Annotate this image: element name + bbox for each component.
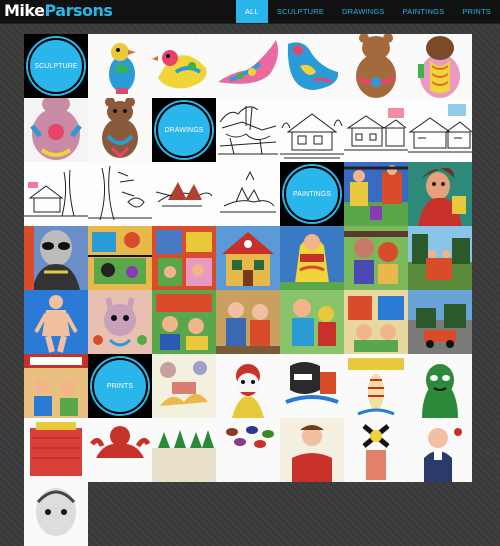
nav-all[interactable]: ALL <box>235 0 268 23</box>
artwork-thumbnail[interactable] <box>408 34 472 98</box>
artwork-thumbnail[interactable] <box>280 98 344 162</box>
artwork-thumbnail[interactable] <box>216 162 280 226</box>
artwork-thumbnail[interactable] <box>24 226 88 290</box>
artwork-thumbnail[interactable] <box>24 290 88 354</box>
category-tile-drawings[interactable]: DRAWINGS <box>152 98 216 162</box>
artwork-thumbnail[interactable] <box>24 418 88 482</box>
artwork-thumbnail[interactable] <box>152 418 216 482</box>
artwork-thumbnail[interactable] <box>344 226 408 290</box>
artwork-thumbnail[interactable] <box>344 290 408 354</box>
nav-prints[interactable]: PRINTS <box>453 0 500 23</box>
artwork-grid: SCULPTURE DRAWINGS PAINTINGS PRINTS <box>24 34 472 546</box>
artwork-thumbnail[interactable] <box>24 162 88 226</box>
category-tile-sculpture[interactable]: SCULPTURE <box>24 34 88 98</box>
artwork-thumbnail[interactable] <box>408 226 472 290</box>
artwork-thumbnail[interactable] <box>152 162 216 226</box>
artwork-thumbnail[interactable] <box>24 354 88 418</box>
artwork-thumbnail[interactable] <box>408 290 472 354</box>
artwork-thumbnail[interactable] <box>280 290 344 354</box>
artwork-thumbnail[interactable] <box>344 162 408 226</box>
logo-last-name: Parsons <box>44 1 113 20</box>
nav-paintings[interactable]: PAINTINGS <box>394 0 454 23</box>
artwork-thumbnail[interactable] <box>88 418 152 482</box>
artwork-thumbnail[interactable] <box>216 418 280 482</box>
artwork-thumbnail[interactable] <box>88 98 152 162</box>
artwork-thumbnail[interactable] <box>216 354 280 418</box>
artwork-thumbnail[interactable] <box>344 354 408 418</box>
artwork-thumbnail[interactable] <box>152 34 216 98</box>
nav-sculpture[interactable]: SCULPTURE <box>268 0 333 23</box>
artwork-thumbnail[interactable] <box>344 418 408 482</box>
category-label-drawings: DRAWINGS <box>156 102 212 158</box>
nav-drawings[interactable]: DRAWINGS <box>333 0 394 23</box>
category-label-sculpture: SCULPTURE <box>28 38 84 94</box>
artwork-thumbnail[interactable] <box>216 34 280 98</box>
category-tile-prints[interactable]: PRINTS <box>88 354 152 418</box>
artwork-thumbnail[interactable] <box>88 290 152 354</box>
artwork-thumbnail[interactable] <box>216 98 280 162</box>
artwork-thumbnail[interactable] <box>152 290 216 354</box>
artwork-thumbnail[interactable] <box>344 34 408 98</box>
artwork-thumbnail[interactable] <box>408 98 472 162</box>
logo-first-name: Mike <box>4 1 45 20</box>
category-tile-paintings[interactable]: PAINTINGS <box>280 162 344 226</box>
main-nav: ALL SCULPTURE DRAWINGS PAINTINGS PRINTS <box>235 0 500 23</box>
artwork-thumbnail[interactable] <box>88 34 152 98</box>
artwork-thumbnail[interactable] <box>216 226 280 290</box>
artwork-thumbnail[interactable] <box>152 226 216 290</box>
artwork-thumbnail[interactable] <box>280 418 344 482</box>
artwork-thumbnail[interactable] <box>408 162 472 226</box>
artwork-thumbnail[interactable] <box>344 98 408 162</box>
artwork-thumbnail[interactable] <box>24 482 88 546</box>
category-label-prints: PRINTS <box>92 358 148 414</box>
artwork-thumbnail[interactable] <box>280 34 344 98</box>
artwork-thumbnail[interactable] <box>152 354 216 418</box>
site-logo[interactable]: MikeParsons <box>4 1 113 21</box>
artwork-thumbnail[interactable] <box>88 162 152 226</box>
artwork-thumbnail[interactable] <box>280 354 344 418</box>
artwork-thumbnail[interactable] <box>24 98 88 162</box>
artwork-thumbnail[interactable] <box>280 226 344 290</box>
artwork-thumbnail[interactable] <box>88 226 152 290</box>
artwork-thumbnail[interactable] <box>408 354 472 418</box>
category-label-paintings: PAINTINGS <box>284 166 340 222</box>
artwork-thumbnail[interactable] <box>216 290 280 354</box>
artwork-thumbnail[interactable] <box>408 418 472 482</box>
top-bar: MikeParsons ALL SCULPTURE DRAWINGS PAINT… <box>0 0 500 24</box>
